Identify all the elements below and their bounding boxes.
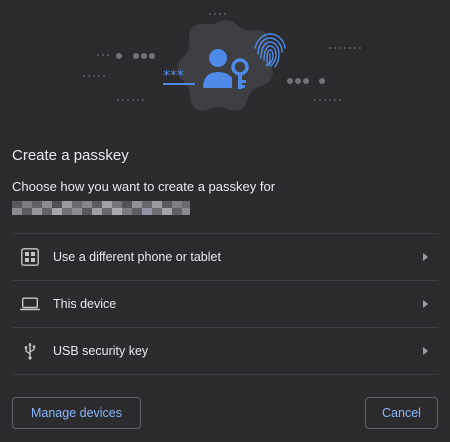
option-different-phone[interactable]: Use a different phone or tablet bbox=[12, 233, 438, 280]
dialog-subtitle: Choose how you want to create a passkey … bbox=[12, 179, 276, 194]
chevron-right-icon bbox=[423, 347, 428, 355]
passkey-illustration: *** bbox=[0, 0, 450, 128]
chevron-right-icon bbox=[423, 300, 428, 308]
dialog-title: Create a passkey bbox=[12, 147, 129, 164]
option-usb-security-key[interactable]: USB security key bbox=[12, 327, 438, 375]
passkey-dialog: *** Create a passkey Choose how you want… bbox=[0, 0, 450, 442]
passkey-options-list: Use a different phone or tablet This dev… bbox=[12, 233, 438, 375]
cancel-button[interactable]: Cancel bbox=[365, 397, 438, 429]
manage-devices-button[interactable]: Manage devices bbox=[12, 397, 141, 429]
qr-code-icon bbox=[19, 246, 41, 268]
laptop-icon bbox=[19, 293, 41, 315]
svg-text:***: *** bbox=[163, 68, 184, 84]
usb-icon bbox=[19, 340, 41, 362]
option-different-phone-label: Use a different phone or tablet bbox=[53, 250, 221, 264]
redacted-domain bbox=[12, 201, 190, 215]
option-this-device-label: This device bbox=[53, 297, 117, 311]
chevron-right-icon bbox=[423, 253, 428, 261]
option-this-device[interactable]: This device bbox=[12, 280, 438, 327]
option-usb-security-key-label: USB security key bbox=[53, 344, 149, 358]
